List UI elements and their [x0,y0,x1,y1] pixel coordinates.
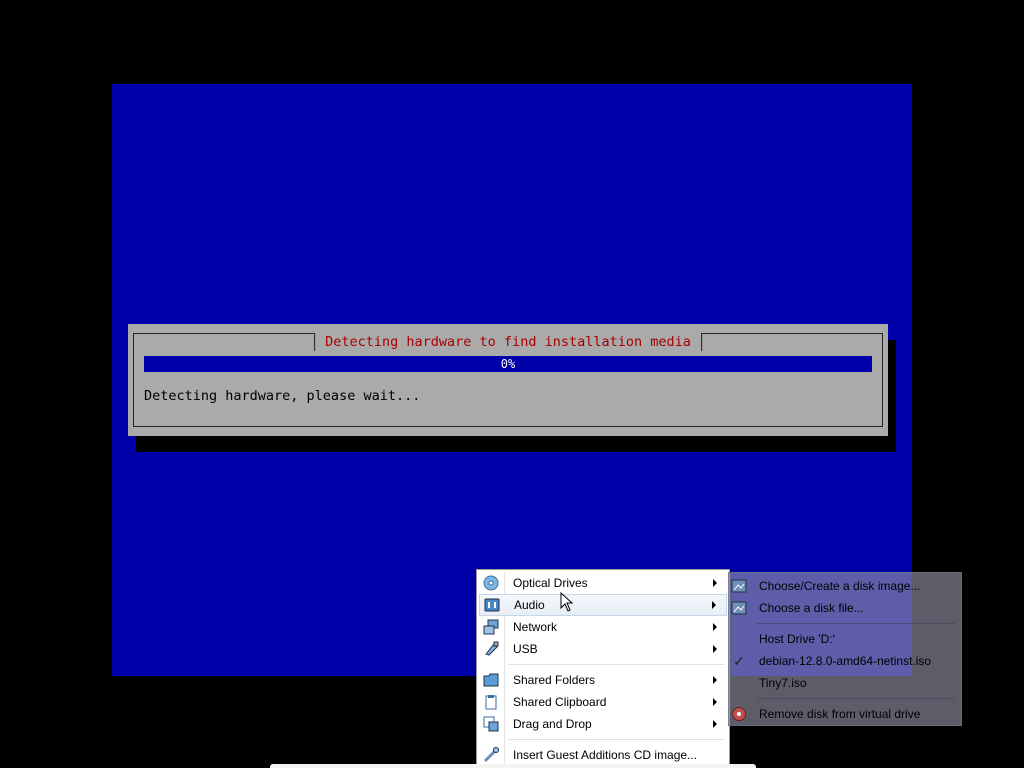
dialog-frame: Detecting hardware to find installation … [133,333,883,427]
menu-item-insert-guest-additions[interactable]: Insert Guest Additions CD image... [479,744,727,766]
usb-icon [483,641,499,657]
submenu-label: Remove disk from virtual drive [759,707,921,721]
menu-label: Drag and Drop [513,717,592,731]
submenu-arrow-icon [713,623,717,631]
submenu-item-choose-create-disk-image[interactable]: Choose/Create a disk image... [729,575,961,597]
menu-item-usb[interactable]: USB [479,638,727,660]
submenu-label: Tiny7.iso [759,676,807,690]
submenu-arrow-icon [712,601,716,609]
progress-bar: 0% [144,356,872,372]
submenu-arrow-icon [713,720,717,728]
dialog-title: Detecting hardware to find installation … [314,333,702,351]
submenu-label: Choose/Create a disk image... [759,579,921,593]
mouse-cursor-icon [560,592,574,612]
submenu-item-debian-iso[interactable]: ✓ debian-12.8.0-amd64-netinst.iso [729,650,961,672]
menu-label: Audio [514,598,545,612]
remove-disk-icon [731,706,747,722]
disk-image-icon [731,578,747,594]
clipboard-icon [483,694,499,710]
menu-label: Shared Clipboard [513,695,607,709]
menu-item-shared-folders[interactable]: Shared Folders [479,669,727,691]
check-icon: ✓ [733,652,745,669]
menu-item-shared-clipboard[interactable]: Shared Clipboard [479,691,727,713]
submenu-separator [757,698,955,699]
submenu-label: Host Drive 'D:' [759,632,835,646]
progress-text: 0% [500,357,516,371]
optical-drives-submenu: Choose/Create a disk image... Choose a d… [728,572,962,726]
menu-item-drag-and-drop[interactable]: Drag and Drop [479,713,727,735]
submenu-label: debian-12.8.0-amd64-netinst.iso [759,654,932,668]
submenu-arrow-icon [713,579,717,587]
drag-drop-icon [483,716,499,732]
menu-item-network[interactable]: Network [479,616,727,638]
guest-additions-icon [483,747,499,763]
menu-separator [509,664,725,665]
submenu-item-host-drive[interactable]: Host Drive 'D:' [729,628,961,650]
submenu-item-tiny7-iso[interactable]: Tiny7.iso [729,672,961,694]
submenu-label: Choose a disk file... [759,601,864,615]
submenu-arrow-icon [713,698,717,706]
menu-label: Shared Folders [513,673,596,687]
submenu-item-remove-disk[interactable]: Remove disk from virtual drive [729,703,961,725]
dialog-message: Detecting hardware, please wait... [144,388,421,404]
menu-label: Insert Guest Additions CD image... [513,748,698,762]
optical-disc-icon [483,575,499,591]
network-icon [483,619,499,635]
menu-item-optical-drives[interactable]: Optical Drives [479,572,727,594]
submenu-arrow-icon [713,676,717,684]
installer-dialog: Detecting hardware to find installation … [128,324,888,436]
menu-separator [509,739,725,740]
menu-label: USB [513,642,538,656]
audio-icon [484,597,500,613]
submenu-arrow-icon [713,645,717,653]
host-status-bar [270,764,756,768]
menu-label: Network [513,620,558,634]
submenu-item-choose-disk-file[interactable]: Choose a disk file... [729,597,961,619]
disk-file-icon [731,600,747,616]
devices-menu: Optical Drives Audio Network USB Shared … [476,569,730,768]
menu-item-audio[interactable]: Audio [479,594,727,616]
submenu-separator [757,623,955,624]
menu-label: Optical Drives [513,576,588,590]
folder-icon [483,672,499,688]
